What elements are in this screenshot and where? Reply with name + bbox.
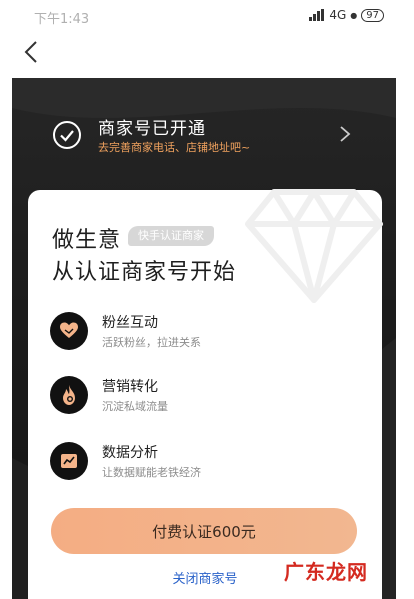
merchant-activated-banner[interactable]: 商家号已开通 去完善商家电话、店铺地址吧~ — [12, 96, 396, 176]
battery-icon: 97 — [361, 8, 384, 22]
paid-certification-button[interactable]: 付费认证600元 — [51, 508, 357, 554]
watermark-logo: 广东龙网 — [284, 560, 368, 584]
network-type: 4G — [329, 8, 347, 22]
wifi-dot-icon: ● — [350, 10, 358, 20]
feature-data-analysis: 数据分析 让数据赋能老铁经济 — [50, 442, 350, 486]
banner-title: 商家号已开通 — [98, 119, 206, 139]
feature-desc: 沉淀私域流量 — [102, 400, 168, 413]
feature-title: 营销转化 — [102, 379, 158, 395]
chevron-left-icon — [24, 41, 37, 63]
fire-icon — [50, 376, 88, 414]
heart-hands-icon — [50, 312, 88, 350]
feature-title: 粉丝互动 — [102, 315, 158, 331]
signal-icon — [309, 9, 325, 21]
chevron-right-icon — [340, 126, 351, 142]
chart-icon — [50, 442, 88, 480]
status-time: 下午1:43 — [34, 12, 90, 27]
certification-card: 做生意 快手认证商家 从认证商家号开始 粉丝互动 活跃粉丝，拉进关系 营销转化 … — [28, 189, 383, 599]
back-button[interactable] — [20, 38, 44, 66]
banner-subtitle: 去完善商家电话、店铺地址吧~ — [98, 141, 251, 154]
status-bar: 下午1:43 4G ● 97 — [0, 0, 414, 32]
feature-title: 数据分析 — [102, 445, 158, 461]
certified-merchant-tag: 快手认证商家 — [128, 226, 214, 246]
diamond-icon — [245, 189, 383, 303]
feature-fan-interaction: 粉丝互动 活跃粉丝，拉进关系 — [50, 312, 350, 356]
status-indicators: 4G ● 97 — [309, 8, 384, 22]
feature-marketing-conversion: 营销转化 沉淀私域流量 — [50, 376, 350, 420]
headline-line2: 从认证商家号开始 — [52, 260, 237, 285]
feature-desc: 活跃粉丝，拉进关系 — [102, 336, 201, 349]
feature-desc: 让数据赋能老铁经济 — [102, 466, 201, 479]
check-circle-icon — [53, 121, 81, 149]
headline-line1: 做生意 — [52, 228, 122, 253]
